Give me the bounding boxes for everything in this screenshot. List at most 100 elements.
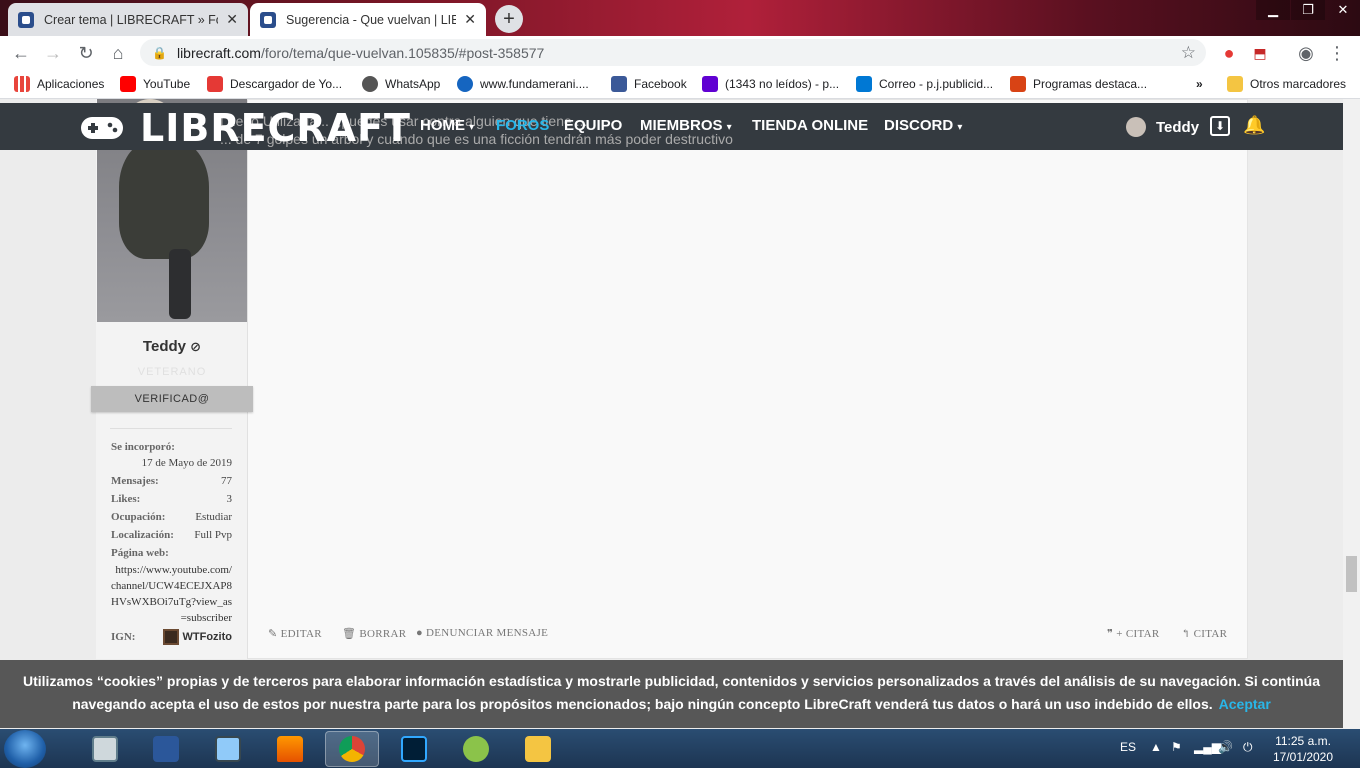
bookmark-facebook[interactable]: Facebook [611,76,687,92]
network-signal-icon[interactable]: ▂▄▆ [1194,740,1221,754]
tab-title: Sugerencia - Que vuelvan | LIBRE [286,12,457,27]
verified-badge: VERIFICAD@ [91,386,253,412]
close-tab-icon[interactable]: ✕ [464,11,476,28]
taskbar-file-explorer[interactable] [511,731,565,767]
minecraft-head-icon [162,629,179,645]
bookmark-yahoo-mail[interactable]: (1343 no leídos) - p... [702,76,839,92]
trash-icon: 🗑 [342,628,357,640]
nav-foros[interactable]: FOROS [496,117,549,134]
post-username[interactable]: Teddy ⊘ [97,338,247,355]
post-card [96,99,1248,659]
download-tray-icon[interactable]: ⬇ [1210,116,1230,136]
globe-icon [362,76,378,92]
notifications-bell-icon[interactable]: 🔔 [1243,115,1265,136]
taskbar-remote-desktop[interactable] [201,731,255,767]
chevron-down-icon: ▾ [957,122,963,133]
user-title: VETERANO [137,366,207,378]
facebook-icon [611,76,627,92]
pencil-icon: ✎ [268,628,278,640]
browser-tab-crear-tema[interactable]: Crear tema | LIBRECRAFT » Foro ✕ [8,3,248,36]
browser-menu-icon[interactable]: ⋮ [1324,40,1350,66]
reply-arrow-icon: ↰ [1181,628,1191,640]
taskbar-clock[interactable]: 11:25 a.m. 17/01/2020 [1268,733,1338,765]
taskbar-vlc[interactable] [263,731,317,767]
stat-website-label-row: Página web: [111,547,169,559]
lock-icon: 🔒 [152,45,167,60]
nav-tienda-online[interactable]: TIENDA ONLINE [752,117,868,134]
taskbar-green-app[interactable] [449,731,503,767]
stat-occupation: Ocupación: Estudiar [111,511,232,523]
nav-miembros[interactable]: MIEMBROS ▾ [640,117,732,134]
bookmark-otros-marcadores[interactable]: Otros marcadores [1227,76,1346,92]
taskbar-chrome[interactable] [325,731,379,767]
close-tab-icon[interactable]: ✕ [226,11,238,28]
action-center-flag-icon[interactable]: ⚑ [1171,740,1182,754]
bookmark-star-icon[interactable]: ☆ [1181,43,1196,63]
tab-title: Crear tema | LIBRECRAFT » Foro [44,12,219,27]
taskbar-word[interactable] [139,731,193,767]
keyboard-language-indicator[interactable]: ES [1120,740,1136,754]
yahoo-mail-icon [702,76,718,92]
maximize-window-button[interactable]: ❐ [1291,0,1325,20]
opera-extension-icon[interactable]: ● [1216,40,1242,66]
tray-arrow-up-icon[interactable]: ▲ [1150,740,1162,754]
stat-joined-label-row: Se incorporó: [111,441,175,453]
delete-post-button[interactable]: 🗑 BORRAR [342,627,406,640]
bookmark-programas[interactable]: Programas destaca... [1010,76,1147,92]
bookmark-correo[interactable]: Correo - p.j.publicid... [856,76,993,92]
calculator-icon [92,736,118,762]
site-logo-text[interactable]: LIBRECRAFT [140,106,411,150]
nav-user-avatar [1126,117,1146,137]
quote-button[interactable]: ↰ CITAR [1181,627,1227,640]
site-icon [457,76,473,92]
report-post-button[interactable]: ● DENUNCIAR MENSAJE [416,627,548,639]
bookmark-descargador[interactable]: Descargador de Yo... [207,76,342,92]
sidebar-divider [110,428,232,429]
photoshop-icon [401,736,427,762]
chevron-down-icon: ▾ [726,122,732,133]
multiquote-button[interactable]: ❞ + CITAR [1107,627,1159,640]
cookie-text: Utilizamos “cookies” propias y de tercer… [23,673,1320,712]
folder-icon [525,736,551,762]
back-icon[interactable]: ← [8,40,34,66]
librecraft-favicon-icon [260,11,276,28]
forward-icon[interactable]: → [40,40,66,66]
taskbar-photoshop[interactable] [387,731,441,767]
taskbar-calculator[interactable] [78,731,132,767]
profile-icon[interactable]: ◉ [1293,40,1319,66]
home-icon[interactable]: ⌂ [105,40,131,66]
alert-icon: ● [416,627,423,639]
user-website-link[interactable]: https://www.youtube.com/channel/UCW4ECEJ… [111,562,232,626]
gamepad-logo-icon[interactable] [80,116,124,140]
more-bookmarks-chevron-icon[interactable]: » [1196,76,1203,92]
nav-user-menu[interactable]: Teddy [1126,117,1199,137]
stat-ign: IGN: WTFozito [111,629,232,645]
bookmark-youtube[interactable]: YouTube [120,76,190,92]
windows-start-button[interactable] [4,730,46,768]
cookie-accept-link[interactable]: Aceptar [1219,696,1271,712]
new-tab-button[interactable]: + [495,5,523,33]
nav-equipo[interactable]: EQUIPO [564,117,622,134]
volume-icon[interactable]: 🔊 [1218,740,1233,754]
chrome-icon [339,736,365,762]
bookmark-whatsapp[interactable]: WhatsApp [362,76,440,92]
pdf-extension-icon[interactable]: ⬒ [1247,40,1273,66]
reload-icon[interactable]: ↻ [73,40,99,66]
browser-tab-sugerencia[interactable]: Sugerencia - Que vuelvan | LIBRE ✕ [250,3,486,36]
scrollbar-thumb[interactable] [1346,556,1357,592]
edit-post-button[interactable]: ✎ EDITAR [268,627,322,640]
close-window-button[interactable]: ✕ [1326,0,1360,20]
chevron-down-icon: ▾ [469,122,475,133]
apps-grid-icon [14,76,30,92]
bookmark-fundamerani[interactable]: www.fundamerani.... [457,76,589,92]
nav-discord[interactable]: DISCORD ▾ [884,117,962,134]
quote-icon: ❞ [1107,628,1114,640]
nav-home[interactable]: HOME ▾ [420,117,474,134]
page-scrollbar[interactable] [1343,99,1360,729]
address-bar[interactable]: 🔒 librecraft.com/foro/tema/que-vuelvan.1… [140,39,1206,66]
librecraft-favicon-icon [18,11,34,28]
minimize-window-button[interactable]: ▁ [1256,0,1290,20]
bookmark-apps[interactable]: Aplicaciones [14,76,104,92]
stat-joined-value-row: 17 de Mayo de 2019 [141,457,232,469]
power-plug-icon[interactable]: ⏻ [1243,740,1253,755]
